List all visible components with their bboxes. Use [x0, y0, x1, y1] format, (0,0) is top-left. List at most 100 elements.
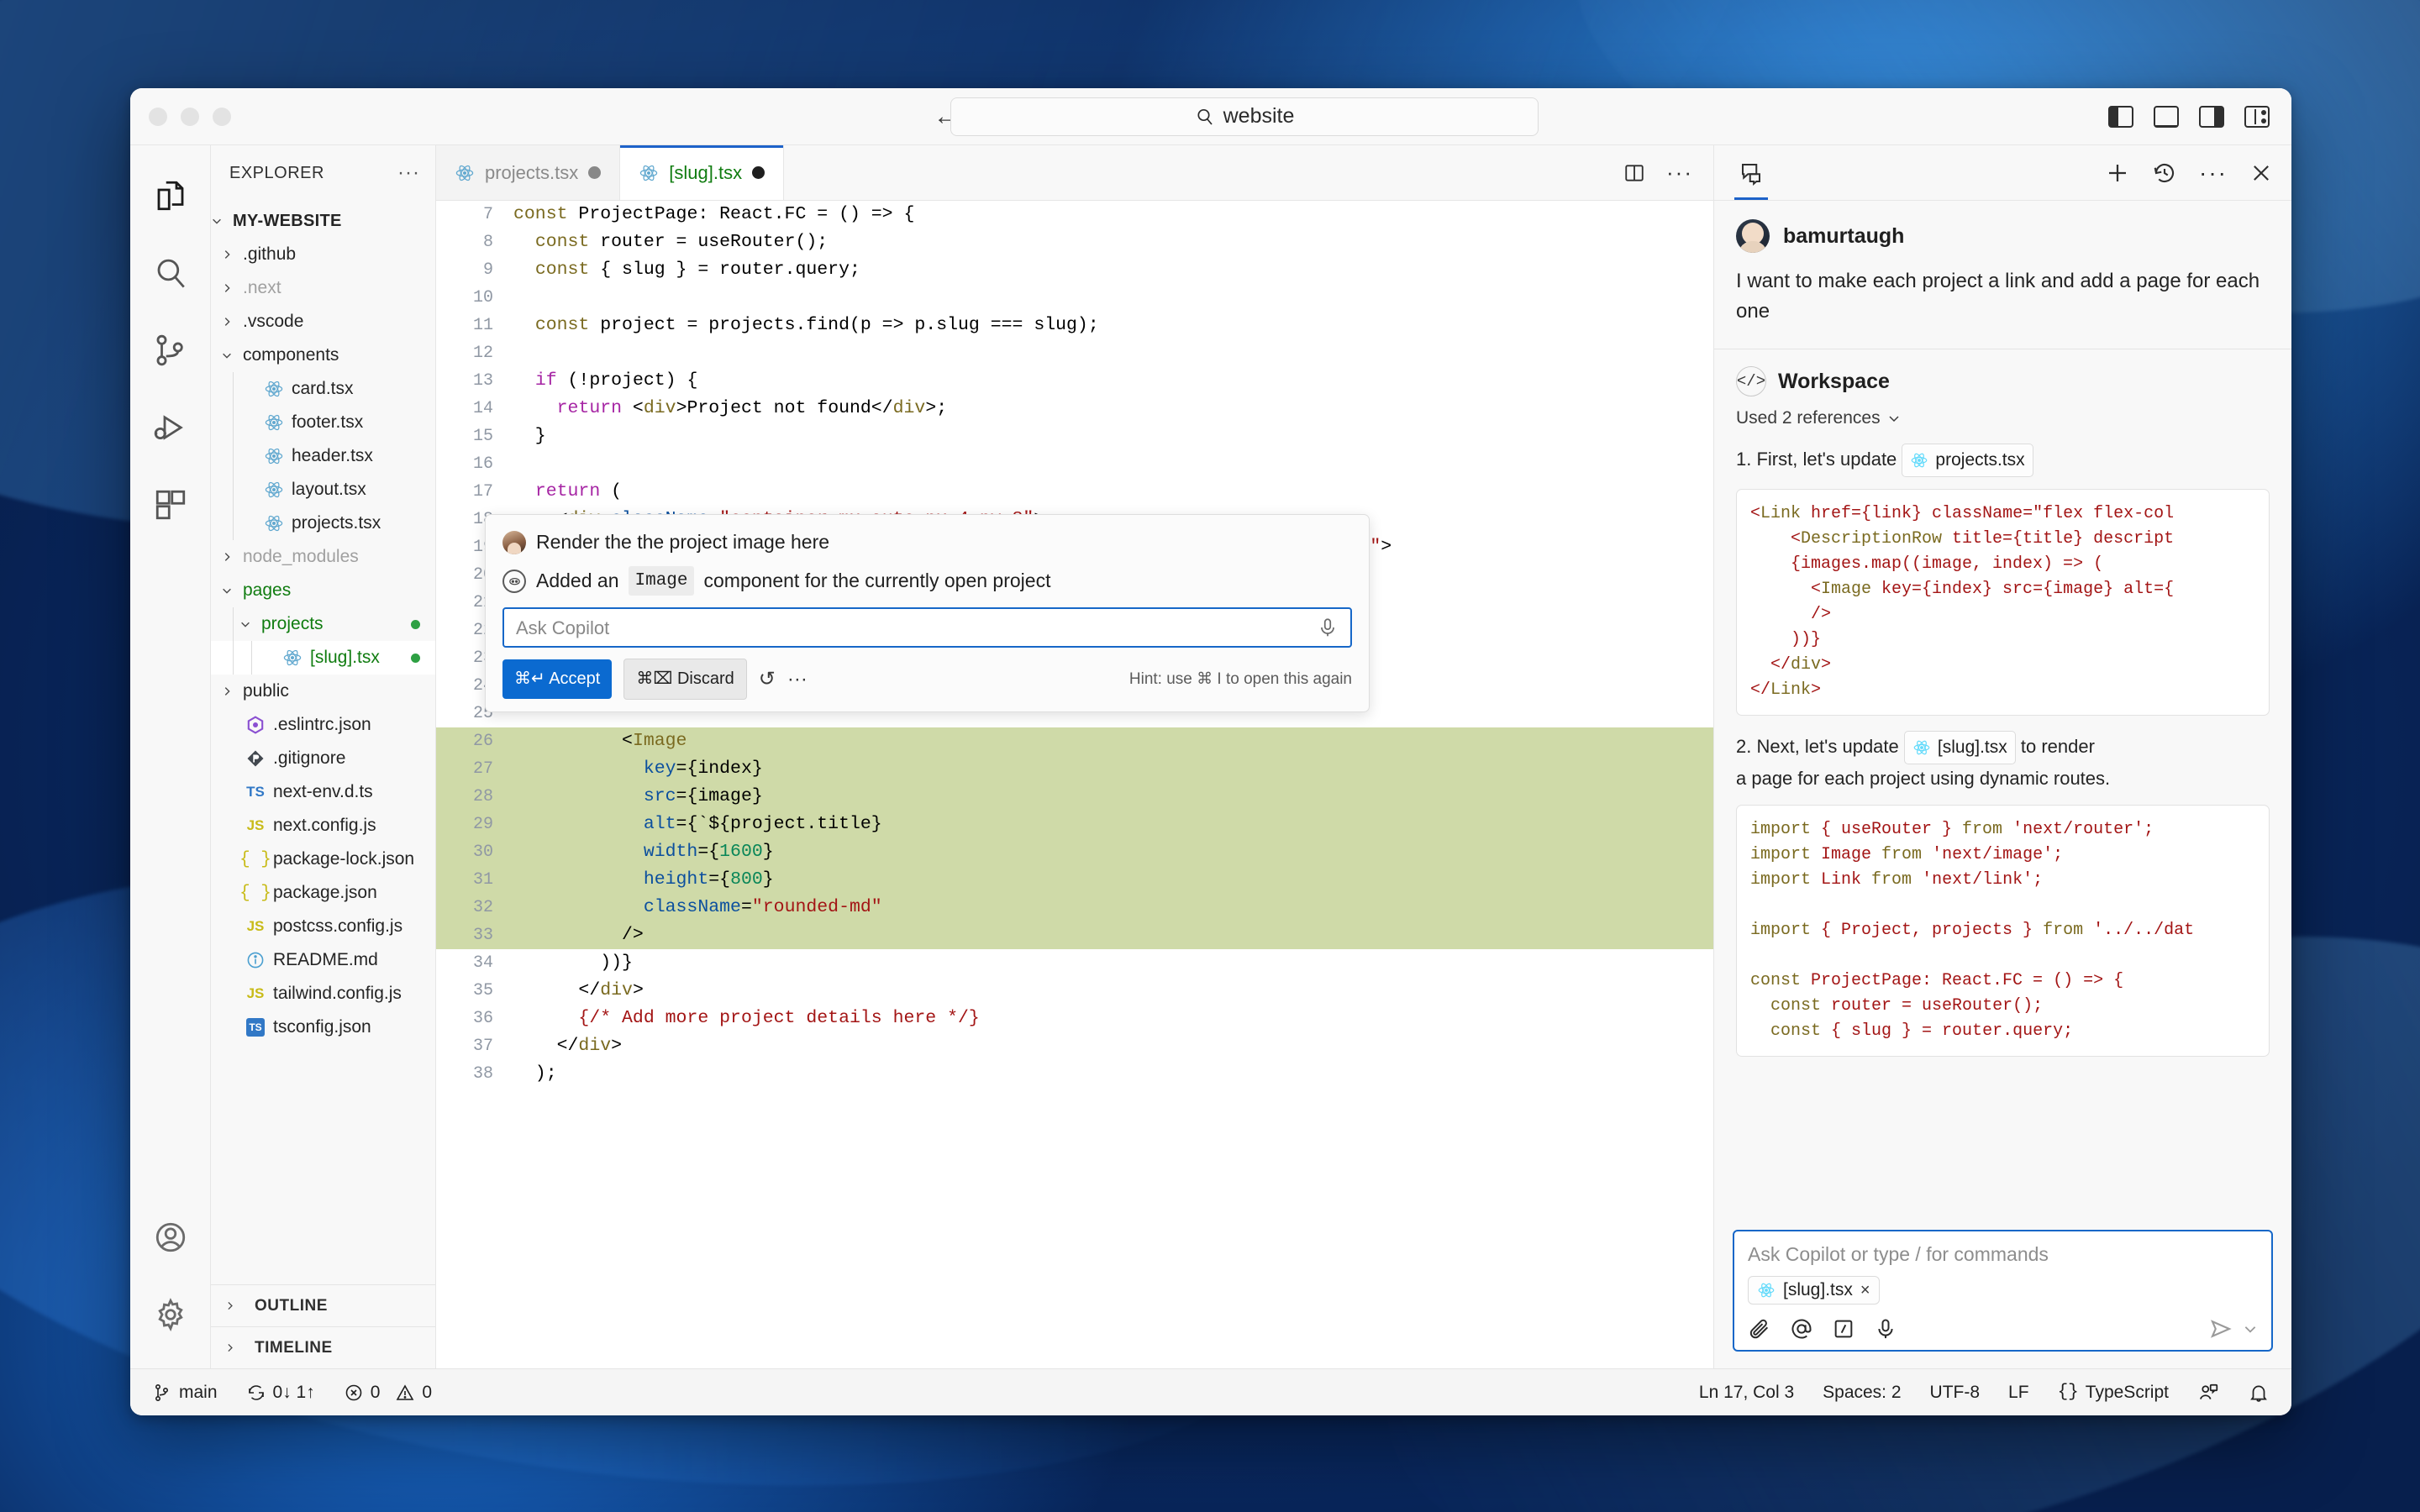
tree-item-eslintrc-json[interactable]: .eslintrc.json — [211, 708, 435, 742]
microphone-icon[interactable] — [1317, 617, 1339, 638]
status-cursor-position[interactable]: Ln 17, Col 3 — [1699, 1383, 1794, 1403]
tree-item-card-tsx[interactable]: card.tsx — [211, 372, 435, 406]
code-editor[interactable]: 7 const ProjectPage: React.FC = () => { … — [436, 201, 1713, 1368]
tree-item-package-json[interactable]: { } package.json — [211, 876, 435, 910]
chat-step-2-file-chip[interactable]: [slug].tsx — [1903, 731, 2016, 764]
chat-tab[interactable] — [1733, 145, 1770, 200]
close-chat-icon[interactable] — [2249, 161, 2273, 185]
inline-copilot-more-icon[interactable]: ··· — [787, 665, 808, 693]
toggle-secondary-sidebar-icon[interactable] — [2199, 105, 2224, 128]
chat-input-box[interactable]: Ask Copilot or type / for commands [slug… — [1733, 1230, 2273, 1352]
editor-tab-actions[interactable]: ··· — [1602, 145, 1713, 200]
chevron-down-icon[interactable] — [221, 349, 243, 361]
status-encoding[interactable]: UTF-8 — [1930, 1383, 1981, 1403]
close-window-button[interactable] — [149, 107, 167, 126]
status-indentation[interactable]: Spaces: 2 — [1823, 1383, 1901, 1403]
editor-tab-projects-tsx[interactable]: projects.tsx — [436, 145, 621, 200]
tree-item-layout-tsx[interactable]: layout.tsx — [211, 473, 435, 507]
tree-item-projects[interactable]: projects — [211, 607, 435, 641]
status-language-mode[interactable]: {} TypeScript — [2058, 1383, 2169, 1403]
send-message-button[interactable] — [2207, 1316, 2258, 1341]
tree-item-gitignore[interactable]: .gitignore — [211, 742, 435, 775]
chevron-right-icon[interactable] — [221, 685, 243, 697]
tree-item-next-env-d-ts[interactable]: TS next-env.d.ts — [211, 775, 435, 809]
activity-source-control-icon[interactable] — [130, 312, 211, 389]
editor-more-actions-icon[interactable]: ··· — [1666, 160, 1693, 186]
unsaved-indicator[interactable] — [588, 166, 602, 179]
chat-history-icon[interactable] — [2152, 160, 2177, 186]
maximize-window-button[interactable] — [213, 107, 231, 126]
status-branch[interactable]: main — [152, 1383, 218, 1403]
status-notifications-icon[interactable] — [2248, 1382, 2270, 1404]
tree-item-github[interactable]: .github — [211, 238, 435, 271]
tree-item-node-modules[interactable]: node_modules — [211, 540, 435, 574]
status-live-share-icon[interactable] — [2197, 1382, 2219, 1404]
toggle-primary-sidebar-icon[interactable] — [2108, 105, 2133, 128]
split-editor-icon[interactable] — [1623, 162, 1646, 184]
tree-item-package-lock-json[interactable]: { } package-lock.json — [211, 843, 435, 876]
inline-copilot-actions[interactable]: ⌘↵ Accept ⌘⌧ Discard ↺ ··· Hint: use ⌘ I… — [502, 659, 1352, 700]
chevron-right-icon[interactable] — [221, 551, 243, 563]
tree-item-header-tsx[interactable]: header.tsx — [211, 439, 435, 473]
chevron-right-icon[interactable] — [221, 249, 243, 260]
activity-settings-icon[interactable] — [130, 1276, 211, 1353]
discard-button[interactable]: ⌘⌧ Discard — [623, 659, 747, 700]
chevron-down-icon[interactable] — [239, 618, 261, 630]
remove-context-chip-icon[interactable]: × — [1860, 1281, 1870, 1300]
minimize-window-button[interactable] — [181, 107, 199, 126]
activity-accounts-icon[interactable] — [130, 1199, 211, 1276]
tree-item-components[interactable]: components — [211, 339, 435, 372]
slash-command-icon[interactable] — [1832, 1317, 1855, 1341]
file-tree[interactable]: MY-WEBSITE .github .next .vscode compone… — [211, 201, 435, 1284]
tree-item-footer-tsx[interactable]: footer.tsx — [211, 406, 435, 439]
explorer-more-actions-icon[interactable]: ··· — [397, 161, 420, 185]
status-eol[interactable]: LF — [2008, 1383, 2029, 1403]
activity-extensions-icon[interactable] — [130, 466, 211, 543]
chat-header-actions[interactable]: ··· — [2105, 160, 2273, 186]
activity-explorer-icon[interactable] — [130, 157, 211, 234]
new-chat-icon[interactable] — [2105, 160, 2130, 186]
chat-code-block-2[interactable]: import { useRouter } from 'next/router';… — [1736, 805, 2270, 1057]
editor-tab-slug-tsx[interactable]: [slug].tsx — [620, 145, 785, 200]
chevron-right-icon[interactable] — [221, 282, 243, 294]
chat-input-toolbar[interactable] — [1748, 1316, 2258, 1341]
tree-item-vscode[interactable]: .vscode — [211, 305, 435, 339]
chat-message-list[interactable]: bamurtaugh I want to make each project a… — [1714, 201, 2291, 1230]
attach-icon[interactable] — [1748, 1317, 1771, 1341]
tree-item-pages[interactable]: pages — [211, 574, 435, 607]
at-mention-icon[interactable] — [1790, 1317, 1813, 1341]
tree-item-next[interactable]: .next — [211, 271, 435, 305]
status-problems[interactable]: 0 0 — [344, 1383, 432, 1403]
activity-search-icon[interactable] — [130, 234, 211, 312]
tree-item-tailwind-config-js[interactable]: JS tailwind.config.js — [211, 977, 435, 1011]
sidebar-section-outline[interactable]: OUTLINE — [211, 1284, 435, 1326]
status-sync[interactable]: 0↓ 1↑ — [246, 1383, 315, 1403]
regenerate-icon[interactable]: ↺ — [759, 665, 776, 693]
window-traffic-lights[interactable] — [149, 107, 231, 126]
toggle-panel-icon[interactable] — [2154, 105, 2179, 128]
tree-item-tsconfig-json[interactable]: TS tsconfig.json — [211, 1011, 435, 1044]
tree-item-postcss-config-js[interactable]: JS postcss.config.js — [211, 910, 435, 943]
unsaved-indicator[interactable] — [752, 166, 765, 179]
customize-layout-icon[interactable] — [2244, 105, 2270, 128]
inline-copilot-input[interactable]: Ask Copilot — [502, 607, 1352, 648]
layout-toggle-group[interactable] — [2108, 105, 2270, 128]
inline-copilot-widget[interactable]: Render the the project image here Added … — [485, 514, 1370, 712]
chevron-right-icon[interactable] — [221, 316, 243, 328]
chat-context-chip[interactable]: [slug].tsx × — [1748, 1276, 1880, 1305]
tree-item-slug-tsx[interactable]: [slug].tsx — [211, 641, 435, 675]
chat-references-toggle[interactable]: Used 2 references — [1736, 408, 2270, 428]
tree-item-readme-md[interactable]: README.md — [211, 943, 435, 977]
chevron-down-icon[interactable] — [221, 585, 243, 596]
microphone-icon[interactable] — [1874, 1317, 1897, 1341]
accept-button[interactable]: ⌘↵ Accept — [502, 659, 613, 699]
chat-code-block-1[interactable]: <Link href={link} className="flex flex-c… — [1736, 489, 2270, 716]
chat-more-actions-icon[interactable]: ··· — [2199, 160, 2228, 186]
tree-item-public[interactable]: public — [211, 675, 435, 708]
activity-run-debug-icon[interactable] — [130, 389, 211, 466]
quick-search-input[interactable]: website — [950, 97, 1539, 136]
sidebar-section-timeline[interactable]: TIMELINE — [211, 1326, 435, 1368]
tree-root-my-website[interactable]: MY-WEBSITE — [211, 204, 435, 238]
chat-step-1-file-chip[interactable]: projects.tsx — [1902, 444, 2033, 477]
tree-item-projects-tsx[interactable]: projects.tsx — [211, 507, 435, 540]
